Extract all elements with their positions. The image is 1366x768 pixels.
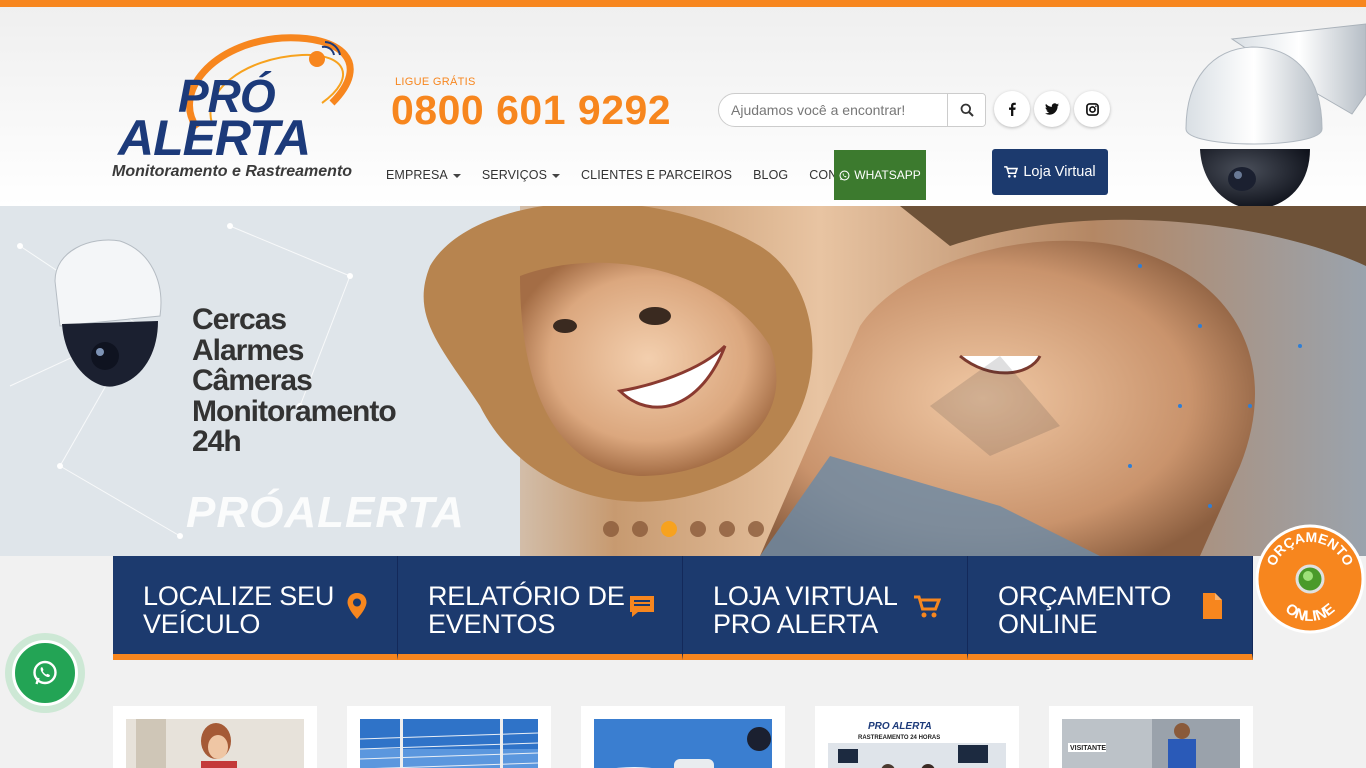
tile-title: LOJA VIRTUAL PRO ALERTA [713,582,898,638]
cart-icon [914,595,941,618]
thumb-room-subtitle: RASTREAMENTO 24 HORAS [858,735,940,741]
main-nav: EMPRESA SERVIÇOS CLIENTES E PARCEIROS BL… [386,150,890,200]
carousel-dot-active[interactable] [661,521,677,537]
orcamento-online-badge[interactable]: ORÇAMENTO ONLINE [1255,524,1365,634]
nav-item-empresa[interactable]: EMPRESA [386,168,461,182]
facebook-button[interactable] [994,91,1030,127]
top-accent-bar [0,0,1366,7]
carousel-dot[interactable] [632,521,648,537]
search-button[interactable] [947,94,985,126]
tile-title-line: ORÇAMENTO [998,581,1172,611]
tile-localize-veiculo[interactable]: LOCALIZE SEU VEÍCULO [113,556,398,660]
thumb-image-monitoring-room: PRO ALERTA RASTREAMENTO 24 HORAS [828,719,1006,768]
nav-item-label: SERVIÇOS [481,168,548,182]
search-box [718,93,986,127]
feature-thumbnails: PRO ALERTA RASTREAMENTO 24 HORAS VISITAN… [113,706,1253,768]
nav-item-servicos[interactable]: SERVIÇOS [481,168,561,182]
quick-links: LOCALIZE SEU VEÍCULO RELATÓRIO DE EVENTOS … [113,556,1253,660]
dome-camera-image [1185,23,1366,209]
nav-item-label: CLIENTES E PARCEIROS [581,168,733,182]
hero-line: Cercas [192,303,287,336]
twitter-icon [1045,103,1059,115]
whatsapp-icon [33,660,57,685]
tile-title-line: ONLINE [998,609,1098,639]
cart-icon [1004,166,1019,178]
site-logo[interactable]: PRÓ ALERTA Monitoramento e Rastreamento [110,25,370,190]
thumb-room-title: PRO ALERTA [868,721,932,732]
map-pin-icon [347,593,367,619]
nav-item-clientes[interactable]: CLIENTES E PARCEIROS [581,168,732,182]
loja-virtual-button[interactable]: Loja Virtual [992,149,1108,195]
hero-brand-text: PRÓALERTA [186,488,465,537]
tile-title-line: PRO ALERTA [713,609,879,639]
tile-title: ORÇAMENTO ONLINE [998,582,1171,638]
whatsapp-icon [839,169,850,181]
tile-title-line: RELATÓRIO DE [428,581,625,611]
loja-virtual-label: Loja Virtual [1023,164,1096,180]
thumb-image-fence [359,719,539,768]
twitter-button[interactable] [1034,91,1070,127]
tile-title: LOCALIZE SEU VEÍCULO [143,582,334,638]
thumb-image-camera [594,719,772,768]
instagram-button[interactable] [1074,91,1110,127]
hero-line: Câmeras [192,364,313,397]
thumb-guard-sign: VISITANTE [1070,745,1106,752]
nav-item-label: EMPRESA [386,168,448,182]
thumb-card[interactable] [581,706,785,768]
hero-line: Alarmes [192,333,304,367]
document-icon [1203,593,1222,619]
search-icon [960,103,974,117]
tile-orcamento-online[interactable]: ORÇAMENTO ONLINE [968,556,1253,660]
carousel-indicators [603,521,764,537]
hero-banner[interactable]: Cercas Alarmes Câmeras Monitoramento 24h… [0,206,1366,556]
tile-title-line: LOJA VIRTUAL [713,581,898,611]
thumb-card[interactable] [347,706,551,768]
nav-item-label: BLOG [753,168,789,182]
tile-title-line: EVENTOS [428,609,556,639]
thumb-image-woman [126,719,304,768]
chat-icon [630,596,654,617]
carousel-dot[interactable] [719,521,735,537]
hero-line: Monitoramento [192,394,397,428]
tile-title-line: LOCALIZE SEU [143,581,335,611]
caret-down-icon [552,173,561,178]
whatsapp-float-button[interactable] [5,633,85,713]
nav-whatsapp-button[interactable]: WHATSAPP [834,150,926,200]
thumb-image-guard: VISITANTE [1062,719,1240,768]
facebook-icon [1009,102,1016,116]
thumb-card[interactable]: PRO ALERTA RASTREAMENTO 24 HORAS [815,706,1019,768]
tile-title: RELATÓRIO DE EVENTOS [428,582,625,638]
site-header: PRÓ ALERTA Monitoramento e Rastreamento … [0,7,1366,209]
tile-relatorio-eventos[interactable]: RELATÓRIO DE EVENTOS [398,556,683,660]
caret-down-icon [452,173,461,178]
carousel-dot[interactable] [690,521,706,537]
logo-text-alerta: ALERTA [118,110,311,166]
thumb-card[interactable]: VISITANTE [1049,706,1253,768]
thumb-card[interactable] [113,706,317,768]
tile-title-line: VEÍCULO [143,609,261,639]
search-input[interactable] [719,94,947,126]
instagram-icon [1085,102,1099,116]
logo-tagline: Monitoramento e Rastreamento [112,163,353,180]
whatsapp-float-inner [12,640,78,706]
phone-number[interactable]: 0800 601 9292 [391,87,671,134]
carousel-dot[interactable] [748,521,764,537]
hero-line: 24h [192,425,242,458]
carousel-dot[interactable] [603,521,619,537]
tile-loja-virtual[interactable]: LOJA VIRTUAL PRO ALERTA [683,556,968,660]
hero-headline: Cercas Alarmes Câmeras Monitoramento 24h [192,303,397,458]
nav-item-blog[interactable]: BLOG [753,168,788,182]
nav-whatsapp-label: WHATSAPP [854,168,921,182]
